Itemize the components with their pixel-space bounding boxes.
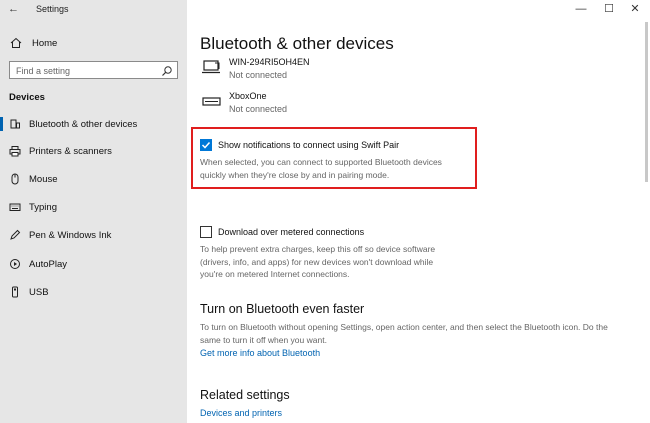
sidebar-item-printers[interactable]: Printers & scanners <box>0 141 187 161</box>
metered-description: To help prevent extra charges, keep this… <box>200 243 435 281</box>
sidebar-item-label: Pen & Windows Ink <box>29 229 112 241</box>
device-status: Not connected <box>229 104 288 114</box>
sidebar-item-typing[interactable]: Typing <box>0 197 187 217</box>
xbox-icon <box>202 94 222 108</box>
bluetooth-icon <box>9 118 21 130</box>
sidebar: Home Devices Bluetooth & other devices P… <box>0 0 187 423</box>
description-line: same to turn it off when you want. <box>200 334 327 345</box>
pen-icon <box>9 229 21 241</box>
related-settings-title: Related settings <box>200 388 290 402</box>
sidebar-item-label: Bluetooth & other devices <box>29 118 138 130</box>
devices-printers-link[interactable]: Devices and printers <box>200 408 282 418</box>
device-item[interactable]: XboxOne Not connected <box>202 91 402 117</box>
computer-icon <box>202 60 222 74</box>
active-indicator <box>0 117 3 131</box>
page-title: Bluetooth & other devices <box>200 34 394 53</box>
device-name: WIN-294RI5OH4EN <box>229 57 310 67</box>
devices-section-label: Devices <box>9 92 45 103</box>
printer-icon <box>9 145 21 157</box>
description-line: (drivers, info, and apps) for new device… <box>200 256 434 267</box>
home-nav-item[interactable]: Home <box>10 35 57 51</box>
bluetooth-info-link[interactable]: Get more info about Bluetooth <box>200 348 320 358</box>
sidebar-item-label: Mouse <box>29 173 58 185</box>
autoplay-icon <box>9 258 21 270</box>
sidebar-item-label: AutoPlay <box>29 258 68 270</box>
search-box[interactable] <box>9 61 178 79</box>
metered-label: Download over metered connections <box>218 227 365 237</box>
swift-pair-checkbox-row[interactable]: Show notifications to connect using Swif… <box>200 139 399 151</box>
main-content: Bluetooth & other devices WIN-294RI5OH4E… <box>187 0 650 423</box>
search-input[interactable] <box>16 64 156 77</box>
keyboard-icon <box>9 201 21 213</box>
home-label: Home <box>32 37 58 49</box>
sidebar-item-mouse[interactable]: Mouse <box>0 169 187 189</box>
sidebar-item-pen[interactable]: Pen & Windows Ink <box>0 225 187 245</box>
description-line: quickly when they're close by and in pai… <box>200 169 390 180</box>
mouse-icon <box>9 173 21 185</box>
swift-pair-description: When selected, you can connect to suppor… <box>200 156 442 181</box>
sidebar-item-bluetooth[interactable]: Bluetooth & other devices <box>0 114 187 134</box>
search-icon[interactable] <box>161 64 173 76</box>
description-line: When selected, you can connect to suppor… <box>200 157 442 167</box>
device-status: Not connected <box>229 70 288 80</box>
device-item[interactable]: WIN-294RI5OH4EN Not connected <box>202 57 402 83</box>
sidebar-item-autoplay[interactable]: AutoPlay <box>0 254 187 274</box>
sidebar-item-label: Printers & scanners <box>29 145 112 157</box>
description-line: you're on metered Internet connections. <box>200 269 350 279</box>
window-title: Settings <box>36 4 69 14</box>
home-icon <box>10 37 22 49</box>
swift-pair-checkbox[interactable] <box>200 139 212 151</box>
swift-pair-label: Show notifications to connect using Swif… <box>218 140 400 150</box>
description-line: To help prevent extra charges, keep this… <box>200 244 436 254</box>
sidebar-item-label: Typing <box>29 201 57 213</box>
sidebar-item-usb[interactable]: USB <box>0 282 187 302</box>
metered-checkbox-row[interactable]: Download over metered connections <box>200 226 364 238</box>
description-line: To turn on Bluetooth without opening Set… <box>200 322 608 332</box>
metered-checkbox[interactable] <box>200 226 212 238</box>
usb-icon <box>9 286 21 298</box>
back-arrow-icon[interactable]: ← <box>8 3 19 15</box>
scrollbar[interactable] <box>645 22 648 182</box>
device-name: XboxOne <box>229 91 267 101</box>
faster-description: To turn on Bluetooth without opening Set… <box>200 321 640 346</box>
faster-section-title: Turn on Bluetooth even faster <box>200 302 365 316</box>
sidebar-item-label: USB <box>29 286 49 298</box>
